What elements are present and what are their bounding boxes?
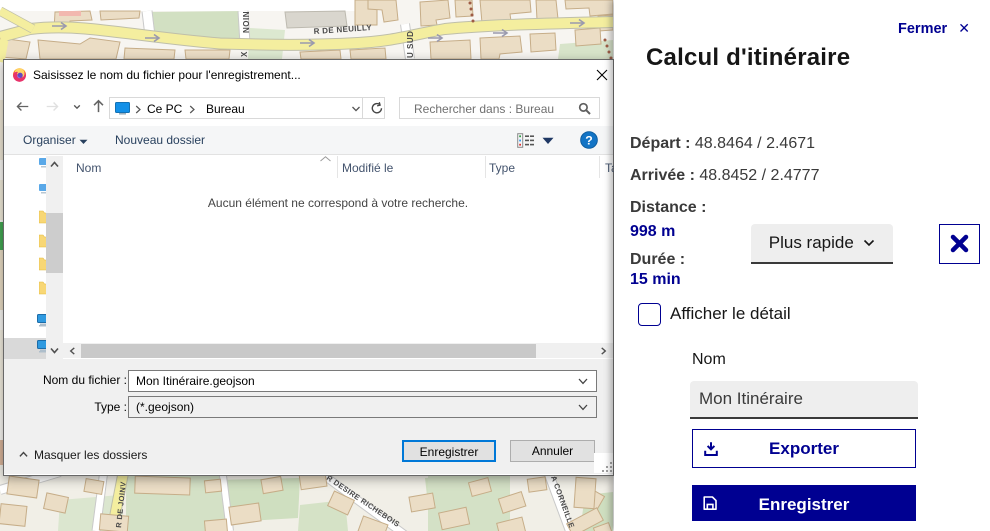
svg-text:?: ? [585, 133, 593, 147]
svg-text:U SUD: U SUD [406, 31, 415, 58]
svg-text:X: X [240, 51, 249, 57]
svg-text:NOIN: NOIN [242, 11, 251, 33]
